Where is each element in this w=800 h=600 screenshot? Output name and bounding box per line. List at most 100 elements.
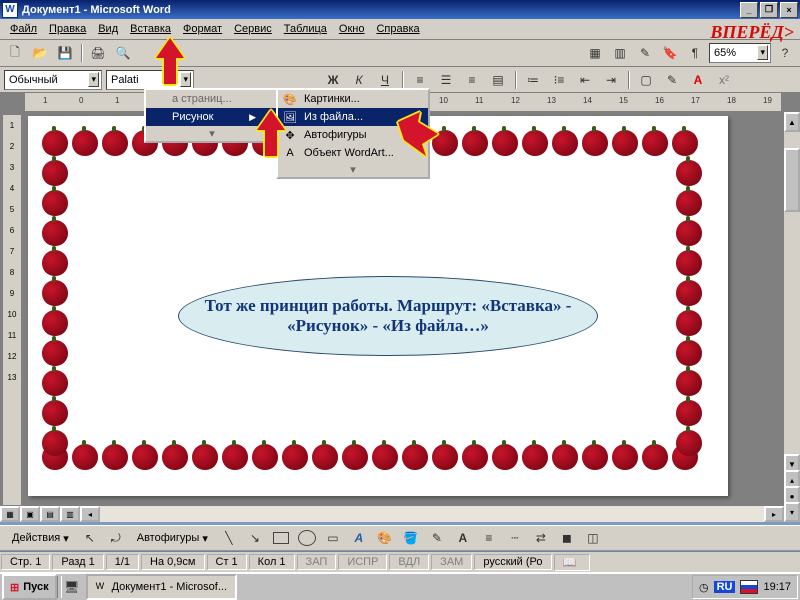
status-book-icon[interactable]: 📖 — [554, 554, 590, 571]
oval-icon[interactable] — [296, 527, 318, 549]
3d-icon[interactable]: ◫ — [582, 527, 604, 549]
view-web-icon[interactable]: ▣ — [20, 506, 40, 522]
scroll-left-icon[interactable]: ◂ — [80, 506, 100, 522]
window-title: Документ1 - Microsoft Word — [22, 4, 738, 16]
menu-file[interactable]: Файл — [4, 21, 43, 37]
status-trk[interactable]: ИСПР — [338, 554, 387, 570]
picture-submenu-item[interactable]: 🎨Картинки... — [278, 90, 428, 108]
vertical-ruler[interactable]: 12345678910111213 — [2, 114, 22, 520]
select-icon[interactable]: ↖ — [79, 527, 101, 549]
outdent-icon[interactable]: ⇤ — [574, 69, 596, 91]
numbering-icon[interactable]: ≔ — [522, 69, 544, 91]
rotate-icon[interactable]: ⤾ — [105, 527, 127, 549]
tutorial-arrow-3 — [398, 112, 438, 158]
columns-icon[interactable]: ▥ — [609, 42, 631, 64]
zoom-combo[interactable]: 65% — [709, 43, 771, 63]
align-center-icon[interactable]: ☰ — [435, 69, 457, 91]
status-bar: Стр. 1 Разд 1 1/1 На 0,9см Ст 1 Кол 1 ЗА… — [0, 551, 800, 572]
view-print-icon[interactable]: ▤ — [40, 506, 60, 522]
preview-icon[interactable]: 🔍 — [112, 42, 134, 64]
line-icon[interactable]: ╲ — [218, 527, 240, 549]
align-right-icon[interactable]: ≡ — [461, 69, 483, 91]
callout-shape[interactable]: Тот же принцип работы. Маршрут: «Вставка… — [178, 276, 598, 356]
draw-actions-menu[interactable]: Действия ▾ — [6, 530, 75, 547]
close-button[interactable]: × — [780, 2, 798, 18]
textbox-icon[interactable]: ▭ — [322, 527, 344, 549]
separator — [81, 44, 82, 62]
font-color-icon[interactable]: A — [687, 69, 709, 91]
menu-tools[interactable]: Сервис — [228, 21, 278, 37]
menu-insert[interactable]: Вставка — [124, 21, 177, 37]
status-language[interactable]: русский (Ро — [474, 554, 551, 570]
font-color-draw-icon[interactable]: A — [452, 527, 474, 549]
arrow-style-icon[interactable]: ⇄ — [530, 527, 552, 549]
status-col: Кол 1 — [249, 554, 295, 570]
titlebar: W Документ1 - Microsoft Word _ ❐ × — [0, 0, 800, 19]
map-icon[interactable]: 🔖 — [659, 42, 681, 64]
view-normal-icon[interactable]: ▦ — [0, 506, 20, 522]
menu-format[interactable]: Формат — [177, 21, 228, 37]
menu-table[interactable]: Таблица — [278, 21, 333, 37]
scroll-up-icon[interactable]: ▲ — [784, 112, 800, 132]
forward-overlay-label[interactable]: ВПЕРЁД> — [710, 22, 794, 43]
style-combo[interactable]: Обычный — [4, 70, 102, 90]
menu-expand-icon[interactable]: ▾ — [278, 162, 428, 177]
status-section: Разд 1 — [52, 554, 103, 570]
save-icon[interactable]: 💾 — [54, 42, 76, 64]
wordart-icon[interactable]: A — [348, 527, 370, 549]
menubar: Файл Правка Вид Вставка Формат Сервис Та… — [0, 19, 800, 40]
new-doc-icon[interactable]: 🗋 — [4, 42, 26, 64]
minimize-button[interactable]: _ — [740, 2, 758, 18]
open-icon[interactable]: 📂 — [29, 42, 51, 64]
page-break-item[interactable]: а страниц... — [146, 90, 278, 108]
arrow-icon[interactable]: ↘ — [244, 527, 266, 549]
paragraph-icon[interactable]: ¶ — [684, 42, 706, 64]
flag-icon[interactable] — [740, 580, 758, 594]
line-style-icon[interactable]: ≡ — [478, 527, 500, 549]
vertical-scrollbar[interactable]: ▲ ▼ ▴ ● ▾ — [783, 112, 800, 522]
shadow-icon[interactable]: ◼ — [556, 527, 578, 549]
clock[interactable]: 19:17 — [763, 581, 791, 593]
horizontal-scrollbar[interactable]: ▦ ▣ ▤ ▥ ◂ ▸ — [0, 505, 784, 522]
fill-color-icon[interactable]: 🪣 — [400, 527, 422, 549]
next-page-icon[interactable]: ▾ — [784, 502, 800, 522]
scroll-thumb[interactable] — [784, 148, 800, 212]
print-icon[interactable]: 🖨 — [87, 42, 109, 64]
windows-logo-icon: ⊞ — [10, 581, 19, 594]
start-button[interactable]: ⊞ Пуск — [2, 574, 57, 600]
zoom-value: 65% — [714, 47, 736, 59]
word-app-icon: W — [2, 2, 18, 18]
clipart-icon[interactable]: 🎨 — [374, 527, 396, 549]
borders-icon[interactable]: ▢ — [635, 69, 657, 91]
highlight-icon[interactable]: ✎ — [661, 69, 683, 91]
rectangle-icon[interactable] — [270, 527, 292, 549]
status-page: Стр. 1 — [1, 554, 50, 570]
autoshapes-menu[interactable]: Автофигуры ▾ — [131, 530, 214, 547]
view-outline-icon[interactable]: ▥ — [60, 506, 80, 522]
indent-icon[interactable]: ⇥ — [600, 69, 622, 91]
language-indicator[interactable]: RU — [714, 581, 736, 593]
status-ovr[interactable]: ЗАМ — [431, 554, 472, 570]
tray-icon[interactable]: ◷ — [699, 581, 709, 594]
restore-button[interactable]: ❐ — [760, 2, 778, 18]
superscript-icon[interactable]: x² — [713, 69, 735, 91]
dash-style-icon[interactable]: ┄ — [504, 527, 526, 549]
menu-window[interactable]: Окно — [333, 21, 371, 37]
help-icon[interactable]: ? — [774, 42, 796, 64]
status-rec[interactable]: ЗАП — [297, 554, 337, 570]
taskbar-app-button[interactable]: W Документ1 - Microsof... — [86, 574, 237, 600]
status-ext[interactable]: ВДЛ — [389, 554, 429, 570]
menu-help[interactable]: Справка — [370, 21, 425, 37]
menu-view[interactable]: Вид — [92, 21, 124, 37]
line-color-icon[interactable]: ✎ — [426, 527, 448, 549]
table-icon[interactable]: ▦ — [584, 42, 606, 64]
word-icon: W — [96, 581, 108, 593]
menu-edit[interactable]: Правка — [43, 21, 92, 37]
status-at: На 0,9см — [141, 554, 204, 570]
scroll-right-icon[interactable]: ▸ — [764, 506, 784, 522]
justify-icon[interactable]: ▤ — [487, 69, 509, 91]
quick-launch-icon[interactable]: 🖥 — [62, 577, 82, 597]
drawing-icon[interactable]: ✎ — [634, 42, 656, 64]
tutorial-arrow-2 — [253, 110, 289, 160]
bullets-icon[interactable]: ⁝≡ — [548, 69, 570, 91]
